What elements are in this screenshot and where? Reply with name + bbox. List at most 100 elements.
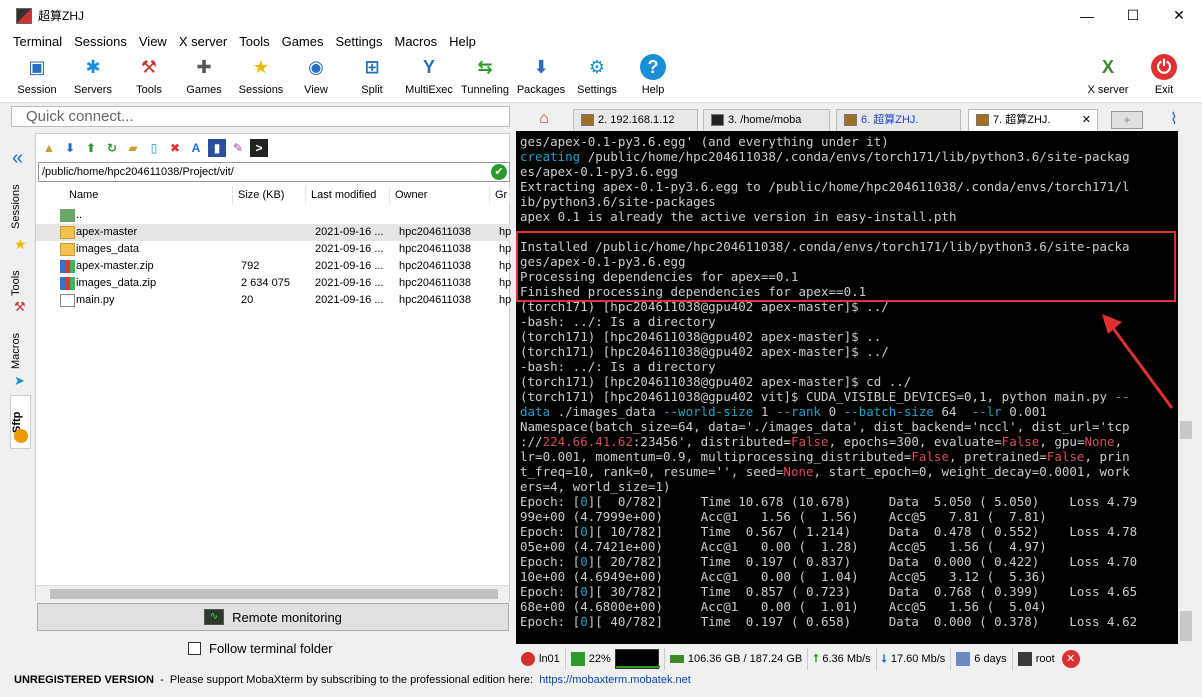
file-row[interactable]: images_data 2021-09-16 ... hpc204611038 … [36,241,511,258]
terminal-icon [711,114,724,126]
terminal-text: ers=4, world_size=1) [520,479,671,494]
terminal-text: False [790,434,829,449]
col-size[interactable]: Size (KB) [233,186,306,204]
file-row[interactable]: .. [36,207,510,224]
terminal-text: --lr [971,404,1002,419]
minimize-button[interactable]: — [1064,0,1110,31]
home-tab-icon[interactable]: ⌂ [532,110,556,130]
tab-session-7[interactable]: 7. 超算ZHJ. ✕ [968,109,1098,131]
games-button[interactable]: ✚ Games [176,54,232,97]
settings-button[interactable]: ⚙ Settings [569,54,625,97]
refresh-icon[interactable]: ↻ [103,139,121,157]
x-server-button[interactable]: XX server [1080,54,1136,97]
zip-archive-icon [60,260,75,273]
exit-button[interactable]: ⏻ Exit [1136,54,1192,96]
col-name[interactable]: Name [36,186,233,204]
close-button[interactable]: ✕ [1156,0,1202,31]
scrollbar-thumb[interactable] [1180,611,1192,641]
globe-icon [14,429,28,443]
check-icon[interactable]: ✔ [491,164,507,180]
wand-icon[interactable]: ✎ [229,139,247,157]
menu-games[interactable]: Games [276,34,330,49]
side-tab-macros[interactable]: Macros [10,326,31,376]
terminal-text: ges/apex-0.1-py3.6.egg' (and everything … [520,134,889,149]
rename-icon[interactable]: A [187,139,205,157]
star-icon: ★ [252,56,270,77]
folder-up-icon[interactable]: ▲ [40,139,58,157]
help-icon: ? [640,54,666,80]
unregistered-label: UNREGISTERED VERSION [14,674,154,686]
terminal-text: 99e+00 (4.7999e+00) Acc@1 1.56 ( 1.56) A… [520,509,1047,524]
help-button[interactable]: ? Help [625,54,681,96]
attach-icon[interactable]: ⌇ [1170,109,1178,129]
status-user: root [1013,648,1060,670]
quick-connect-input[interactable]: Quick connect... [11,106,510,127]
terminal-scrollbar[interactable] [1178,131,1194,644]
terminal-output[interactable]: ges/apex-0.1-py3.6.egg' (and everything … [516,131,1178,644]
terminal-text: 0 [580,554,588,569]
new-tab-icon[interactable]: + [1111,111,1143,129]
menu-x-server[interactable]: X server [173,34,233,49]
follow-terminal-checkbox[interactable] [188,642,201,655]
packages-button[interactable]: ⬇ Packages [513,54,569,97]
tab-session-6[interactable]: 6. 超算ZHJ. [836,109,961,131]
terminal-icon[interactable]: > [250,138,268,157]
disconnect-icon[interactable]: ✕ [1061,650,1080,668]
file-list-header: Name Size (KB) Last modified Owner Gr [36,186,510,204]
terminal-line: Extracting apex-0.1-py3.6.egg to /public… [520,179,1178,194]
terminal-line: (torch171) [hpc204611038@gpu402 apex-mas… [520,374,1178,389]
menu-view[interactable]: View [133,34,173,49]
scrollbar-thumb[interactable] [1180,421,1192,439]
terminal-line: Epoch: [0][ 10/782] Time 0.567 ( 1.214) … [520,524,1178,539]
terminal-text: ][ 40/782] Time 0.197 ( 0.658) Data 0.00… [587,614,1138,629]
upload-icon[interactable]: ⬆ [82,139,100,157]
split-button[interactable]: ⊞ Split [344,54,400,97]
file-row[interactable]: apex-master.zip 792 2021-09-16 ... hpc20… [36,258,511,275]
window-title: 超算ZHJ [38,9,84,23]
terminal-line: Namespace(batch_size=64, data='./images_… [520,419,1178,434]
file-row[interactable]: apex-master 2021-09-16 ... hpc204611038 … [36,224,511,241]
scrollbar-thumb[interactable] [50,589,498,599]
menu-sessions[interactable]: Sessions [68,34,133,49]
servers-button[interactable]: ✱ Servers [65,54,121,97]
side-tab-sessions[interactable]: Sessions [10,179,31,235]
tab-session-2[interactable]: 2. 192.168.1.12 [573,109,698,131]
menu-tools[interactable]: Tools [233,34,275,49]
tab-session-3[interactable]: 3. /home/moba [703,109,830,131]
col-owner[interactable]: Owner [390,186,490,204]
file-row[interactable]: images_data.zip 2 634 075 2021-09-16 ...… [36,275,511,292]
follow-terminal-folder[interactable]: Follow terminal folder [188,641,333,656]
sessions-button[interactable]: ★ Sessions [233,54,289,97]
menu-terminal[interactable]: Terminal [7,34,68,49]
permissions-icon[interactable]: ▮ [208,138,226,157]
menu-macros[interactable]: Macros [388,34,443,49]
maximize-button[interactable]: ☐ [1110,0,1156,31]
menu-help[interactable]: Help [443,34,482,49]
menu-settings[interactable]: Settings [330,34,389,49]
tunneling-button[interactable]: ⇆ Tunneling [457,54,513,97]
terminal-text: :// [520,434,543,449]
file-row[interactable]: main.py 20 2021-09-16 ... hpc204611038 h… [36,292,511,309]
remote-monitoring-button[interactable]: ∿ Remote monitoring [37,603,509,631]
terminal-text: , start_epoch=0, weight_decay=0.0001, wo… [813,464,1130,479]
multiexec-button[interactable]: Y MultiExec [401,54,457,97]
mobatek-link[interactable]: https://mobaxterm.mobatek.net [539,674,691,686]
sftp-horizontal-scrollbar[interactable] [36,585,509,601]
terminal-text: --batch-size [843,404,934,419]
sftp-path-field[interactable]: /public/home/hpc204611038/Project/vit/✔ [38,162,510,182]
tools-button[interactable]: ⚒ Tools [121,54,177,97]
session-button[interactable]: ▣ Session [9,54,65,97]
new-folder-icon[interactable]: ▰ [124,139,142,157]
col-group[interactable]: Gr [490,186,510,204]
view-button[interactable]: ◉ View [288,54,344,97]
send-icon: ➤ [14,373,25,388]
terminal-text: es/apex-0.1-py3.6.egg [520,164,679,179]
terminal-text: data [520,404,551,419]
tab-close-icon[interactable]: ✕ [1082,110,1091,130]
collapse-arrow-icon[interactable]: « [12,147,23,170]
new-file-icon[interactable]: ▯ [145,139,163,157]
delete-icon[interactable]: ✖ [166,139,184,157]
session-icon: ▣ [28,56,46,77]
col-modified[interactable]: Last modified [306,186,390,204]
download-icon[interactable]: ⬇ [61,139,79,157]
